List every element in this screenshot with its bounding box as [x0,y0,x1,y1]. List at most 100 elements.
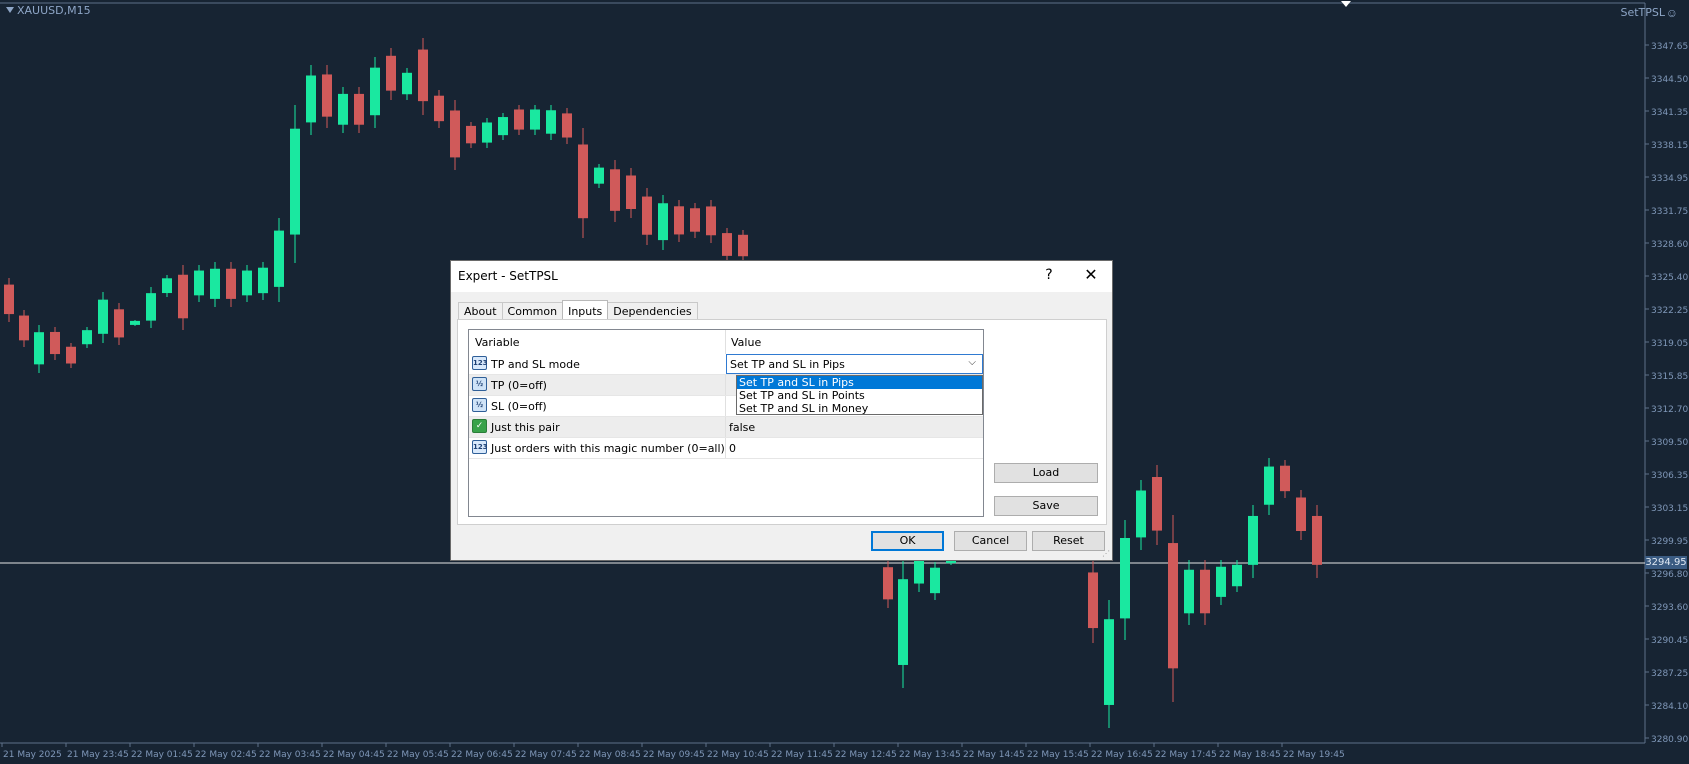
candle-body [1168,543,1178,669]
inputs-panel: Variable Value 123 TP and SL mode Set TP… [457,319,1107,525]
resize-grip-icon[interactable]: ⋰ [1102,550,1110,558]
candle-body [450,110,460,158]
dropdown-option-pips[interactable]: Set TP and SL in Pips [737,376,982,389]
dropdown-option-money[interactable]: Set TP and SL in Money [737,402,982,415]
candle-body [1216,566,1226,597]
candle-body [546,110,556,134]
candle-body [178,274,188,319]
candle-body [1136,490,1146,538]
candle-body [1120,538,1130,619]
price-label: 3290.45 [1651,636,1688,646]
time-label: 22 May 09:45 [643,750,705,760]
price-label: 3303.15 [1651,504,1688,514]
cell-divider [725,417,726,437]
candle-body [66,346,76,364]
candle-body [386,55,396,91]
reset-button[interactable]: Reset [1032,531,1105,551]
candle-body [1296,497,1306,531]
smiley-icon: ☺ [1665,6,1678,20]
mode-select[interactable]: Set TP and SL in Pips ⌵ [726,354,983,374]
time-label: 22 May 13:45 [899,750,961,760]
candle-body [338,93,348,125]
dialog-titlebar[interactable]: Expert - SetTPSL ? ✕ [451,261,1112,292]
column-divider[interactable] [725,330,726,354]
cell-divider [725,396,726,416]
help-button[interactable]: ? [1039,267,1059,283]
candle-body [722,233,732,256]
price-label: 3299.95 [1651,537,1688,547]
input-row-magic-number[interactable]: 123 Just orders with this magic number (… [469,438,983,459]
candle-body [514,109,524,130]
price-label: 3280.90 [1651,735,1688,745]
candle-body [370,67,380,116]
candle-body [194,270,204,296]
cell-divider [725,438,726,458]
time-label: 22 May 04:45 [323,750,385,760]
time-label: 22 May 03:45 [259,750,321,760]
price-label: 3315.85 [1651,372,1688,382]
mode-dropdown-list: Set TP and SL in Pips Set TP and SL in P… [736,375,983,415]
candle-body [1152,477,1162,531]
variable-name: SL (0=off) [491,400,547,413]
time-label: 21 May 23:45 [67,750,129,760]
time-label: 22 May 15:45 [1027,750,1089,760]
column-header-value[interactable]: Value [731,336,761,349]
candle-body [562,113,572,138]
time-label: 22 May 18:45 [1219,750,1281,760]
candle-body [1200,569,1210,614]
candle-body [482,122,492,143]
close-icon[interactable]: ✕ [1080,265,1102,284]
input-row-just-this-pair[interactable]: ✓ Just this pair false [469,417,983,438]
ok-button[interactable]: OK [871,531,944,551]
load-button[interactable]: Load [994,463,1098,483]
candle-body [402,72,412,95]
inputs-grid: Variable Value 123 TP and SL mode Set TP… [468,329,984,517]
chevron-down-icon[interactable]: ⌵ [968,357,976,368]
save-button[interactable]: Save [994,496,1098,516]
candle-body [658,203,668,241]
time-label: 21 May 2025 [3,750,62,760]
variable-value[interactable]: 0 [729,442,736,455]
candle-body [690,208,700,232]
candle-body [258,267,268,294]
candle-body [354,93,364,125]
collapse-triangle-icon[interactable] [6,7,14,13]
variable-name: TP (0=off) [491,379,547,392]
dropdown-option-points[interactable]: Set TP and SL in Points [737,389,982,402]
time-label: 22 May 14:45 [963,750,1025,760]
price-label: 3312.70 [1651,405,1688,415]
column-header-variable[interactable]: Variable [475,336,520,349]
price-label: 3344.50 [1651,75,1688,85]
price-label: 3287.25 [1651,669,1688,679]
candle-body [1088,572,1098,629]
candle-body [242,270,252,296]
time-label: 22 May 01:45 [131,750,193,760]
variable-value[interactable]: false [729,421,755,434]
time-label: 22 May 12:45 [835,750,897,760]
time-label: 22 May 02:45 [195,750,257,760]
dialog-title: Expert - SetTPSL [458,269,558,283]
input-row-tp-sl-mode[interactable]: 123 TP and SL mode Set TP and SL in Pips… [469,354,983,375]
integer-type-icon: 123 [472,440,488,454]
price-label: 3331.75 [1651,207,1688,217]
candle-body [738,234,748,257]
time-label: 22 May 06:45 [451,750,513,760]
candle-body [82,330,92,345]
candle-body [898,579,908,665]
price-label: 3284.10 [1651,702,1688,712]
price-label: 3338.15 [1651,141,1688,151]
candle-body [642,196,652,235]
candle-body [883,567,893,600]
candle-body [226,268,236,299]
candle-body [50,331,60,355]
candle-body [674,206,684,235]
candle-body [594,167,604,184]
cancel-button[interactable]: Cancel [954,531,1027,551]
expert-name-label[interactable]: SetTPSL [1620,6,1665,19]
candle-body [34,332,44,365]
chart-shift-marker-icon[interactable] [1341,1,1351,7]
candle-body [706,206,716,236]
time-label: 22 May 16:45 [1091,750,1153,760]
price-label: 3322.25 [1651,306,1688,316]
price-label: 3296.80 [1651,570,1688,580]
